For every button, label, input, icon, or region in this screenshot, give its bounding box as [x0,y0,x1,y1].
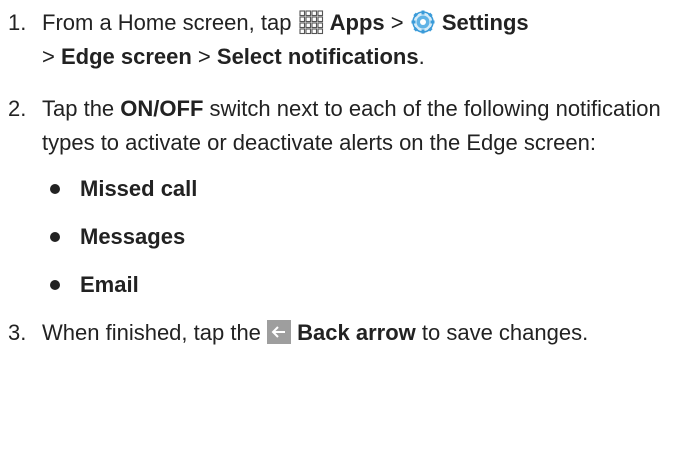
list-item: Missed call [48,172,675,206]
step-text: Tap the [42,96,121,121]
apps-label: Apps [329,10,385,35]
select-notifications-label: Select notifications [216,44,419,69]
step-number: 2. [8,96,27,121]
bullet-label: Email [80,272,139,297]
step-text: From a Home screen, tap [42,10,298,35]
separator: > [191,44,217,69]
back-arrow-icon [267,320,292,344]
back-arrow-label: Back arrow [297,320,416,345]
step-1: 1. From a Home screen, tap Apps > Settin… [8,6,675,74]
settings-gear-icon [410,9,436,35]
edge-screen-label: Edge screen [60,44,192,69]
instructions-page: 1. From a Home screen, tap Apps > Settin… [0,0,683,462]
apps-grid-icon [298,9,324,35]
list-item: Email [48,268,675,302]
step-2: 2. Tap the ON/OFF switch next to each of… [8,92,675,302]
step-number: 1. [8,10,27,35]
steps-list: 1. From a Home screen, tap Apps > Settin… [8,6,675,350]
bullet-label: Missed call [80,176,198,201]
list-item: Messages [48,220,675,254]
bullet-dot [50,280,60,290]
separator: > [384,10,410,35]
bullet-dot [50,232,60,242]
period: . [418,44,425,69]
step-number: 3. [8,320,27,345]
step-3: 3. When finished, tap the Back arrow to … [8,316,675,350]
bullet-dot [50,184,60,194]
notification-types-list: Missed call Messages Email [42,172,675,302]
separator: > [42,44,61,69]
bullet-label: Messages [80,224,186,249]
step-text: When finished, tap the [42,320,268,345]
step-text: to save changes. [415,320,589,345]
settings-label: Settings [441,10,529,35]
on-off-label: ON/OFF [120,96,204,121]
